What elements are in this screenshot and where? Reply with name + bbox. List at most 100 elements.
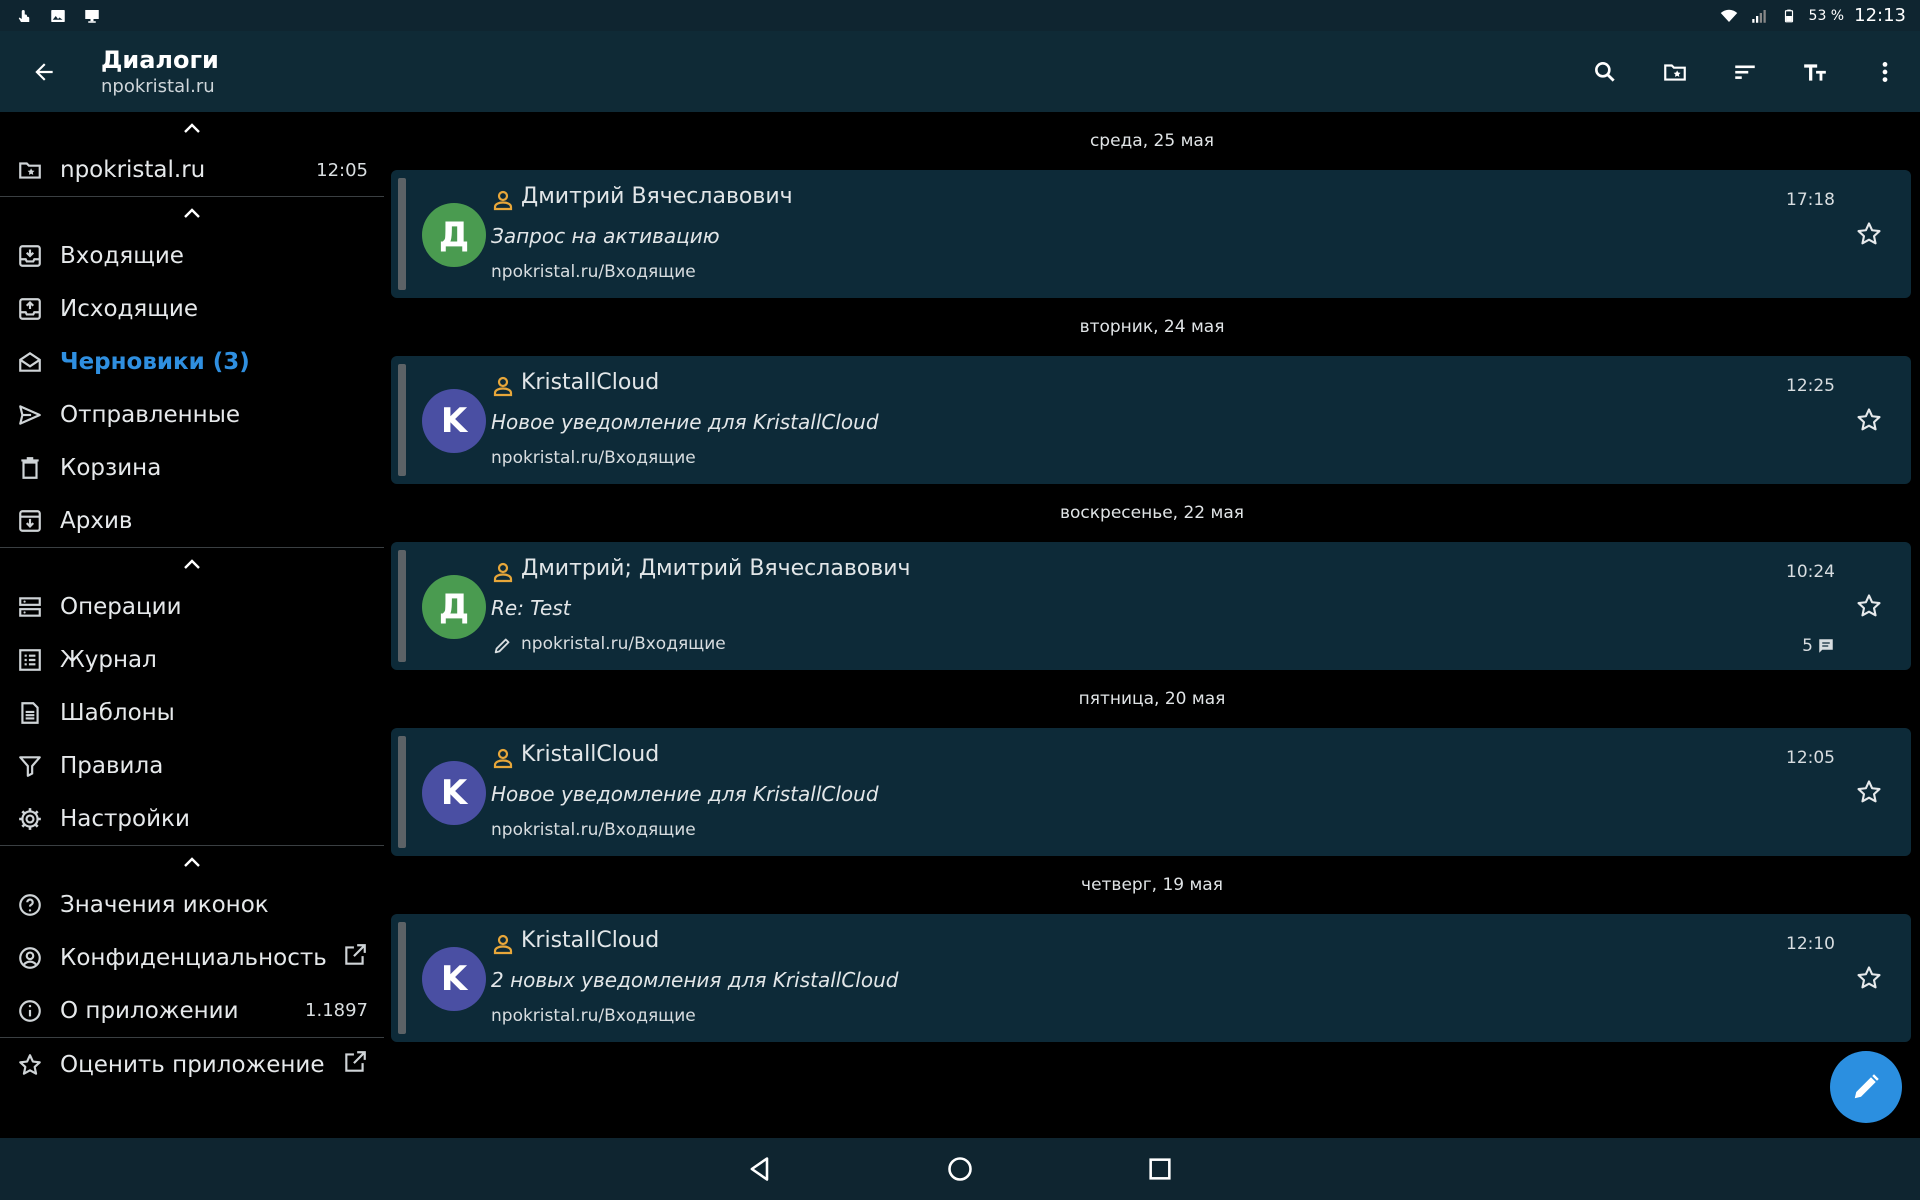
nav-home-button[interactable]	[940, 1149, 980, 1189]
subject: Re: Test	[491, 596, 571, 620]
collapse-folders-button[interactable]	[0, 197, 384, 229]
sidebar-item-drafts[interactable]: Черновики (3)	[0, 335, 384, 388]
folder-path: npokristal.ru/Входящие	[491, 1006, 696, 1026]
subject: 2 новых уведомления для KristallCloud	[491, 968, 899, 992]
page-subtitle: npokristal.ru	[101, 75, 215, 97]
conversation-item[interactable]: Д Дмитрий Вячеславович Запрос на активац…	[391, 170, 1911, 298]
collapse-accounts-button[interactable]	[0, 112, 384, 144]
sidebar-item-label: Конфиденциальность	[60, 944, 327, 971]
search-button[interactable]	[1570, 31, 1640, 112]
folder-star-button[interactable]	[1640, 31, 1710, 112]
sidebar-item-icon-legend[interactable]: Значения иконок	[0, 878, 384, 931]
conversation-item[interactable]: K KristallCloud Новое уведомление для Kr…	[391, 356, 1911, 484]
clock: 12:13	[1854, 5, 1906, 26]
account-time: 12:05	[316, 159, 368, 181]
unread-stripe	[398, 364, 406, 476]
star-icon[interactable]	[1855, 220, 1883, 248]
app-bar: Диалоги npokristal.ru	[0, 31, 1920, 112]
send-icon	[16, 401, 44, 429]
page-title: Диалоги	[101, 45, 219, 74]
sender: KristallCloud	[521, 370, 660, 395]
sidebar-item-label: Правила	[60, 752, 164, 779]
folder-path: npokristal.ru/Входящие	[491, 262, 696, 282]
person-icon	[493, 934, 513, 955]
account-item[interactable]: npokristal.ru 12:05	[0, 144, 384, 196]
log-icon	[16, 646, 44, 674]
sidebar-item-outbox[interactable]: Исходящие	[0, 282, 384, 335]
chevron-up-icon	[184, 559, 200, 569]
templates-icon	[16, 699, 44, 727]
sidebar-item-label: Настройки	[60, 805, 190, 832]
sender: KristallCloud	[521, 928, 660, 953]
sender: KristallCloud	[521, 742, 660, 767]
star-icon[interactable]	[1855, 592, 1883, 620]
signal-icon	[1749, 7, 1769, 25]
navigation-drawer: npokristal.ru 12:05 Входящие Исходящие Ч…	[0, 112, 384, 1138]
folder-path: npokristal.ru/Входящие	[521, 634, 726, 654]
conversation-item[interactable]: Д Дмитрий; Дмитрий Вячеславович Re: Test…	[391, 542, 1911, 670]
nav-back-button[interactable]	[740, 1149, 780, 1189]
touch-icon	[14, 7, 34, 25]
unread-stripe	[398, 736, 406, 848]
sidebar-item-about[interactable]: О приложении 1.1897	[0, 984, 384, 1037]
circle-home-icon	[948, 1157, 972, 1181]
sort-button[interactable]	[1710, 31, 1780, 112]
conversation-list: среда, 25 мая Д Дмитрий Вячеславович Зап…	[384, 112, 1920, 1138]
sidebar-item-trash[interactable]: Корзина	[0, 441, 384, 494]
sidebar-item-settings[interactable]: Настройки	[0, 792, 384, 845]
subject: Запрос на активацию	[491, 224, 720, 248]
folder-path: npokristal.ru/Входящие	[491, 820, 696, 840]
comment-icon	[1819, 639, 1833, 653]
sidebar-item-templates[interactable]: Шаблоны	[0, 686, 384, 739]
folder-star-icon	[1664, 63, 1686, 81]
thread-count: 5	[1802, 636, 1835, 656]
collapse-info-button[interactable]	[0, 846, 384, 878]
chevron-up-icon	[184, 208, 200, 218]
privacy-icon	[16, 944, 44, 972]
star-icon[interactable]	[1855, 406, 1883, 434]
trash-icon	[16, 454, 44, 482]
sidebar-item-rules[interactable]: Правила	[0, 739, 384, 792]
star-icon[interactable]	[1855, 778, 1883, 806]
date-header: вторник, 24 мая	[1079, 317, 1225, 337]
sidebar-item-archive[interactable]: Архив	[0, 494, 384, 547]
avatar[interactable]: K	[422, 947, 486, 1011]
drafts-icon	[16, 348, 44, 376]
sender: Дмитрий; Дмитрий Вячеславович	[521, 556, 911, 581]
sidebar-item-inbox[interactable]: Входящие	[0, 229, 384, 282]
conversation-item[interactable]: K KristallCloud 2 новых уведомления для …	[391, 914, 1911, 1042]
sidebar-item-privacy[interactable]: Конфиденциальность	[0, 931, 384, 984]
avatar[interactable]: K	[422, 389, 486, 453]
conversation-item[interactable]: K KristallCloud Новое уведомление для Kr…	[391, 728, 1911, 856]
compose-button[interactable]	[1830, 1051, 1902, 1123]
back-button[interactable]	[0, 31, 88, 112]
battery-percent: 53 %	[1808, 7, 1845, 24]
open-external-icon	[342, 942, 368, 973]
info-icon	[16, 997, 44, 1025]
star-icon[interactable]	[1855, 964, 1883, 992]
collapse-tools-button[interactable]	[0, 548, 384, 580]
sidebar-item-rate-app[interactable]: Оценить приложение	[0, 1038, 384, 1091]
outbox-icon	[16, 295, 44, 323]
sidebar-item-sent[interactable]: Отправленные	[0, 388, 384, 441]
avatar[interactable]: Д	[422, 203, 486, 267]
status-bar: 53 % 12:13	[0, 0, 1920, 31]
subject: Новое уведомление для KristallCloud	[491, 782, 879, 806]
search-icon	[1595, 61, 1615, 82]
sidebar-item-log[interactable]: Журнал	[0, 633, 384, 686]
sidebar-item-label: Шаблоны	[60, 699, 175, 726]
avatar[interactable]: K	[422, 761, 486, 825]
unread-stripe	[398, 922, 406, 1034]
text-size-button[interactable]	[1780, 31, 1850, 112]
message-time: 12:10	[1786, 934, 1835, 954]
sidebar-item-label: Черновики (3)	[60, 348, 250, 375]
sidebar-item-label: Входящие	[60, 242, 184, 269]
open-external-icon	[342, 1049, 368, 1080]
wifi-icon	[1719, 7, 1739, 25]
sidebar-item-operations[interactable]: Операции	[0, 580, 384, 633]
folder-star-icon	[16, 156, 44, 184]
nav-recents-button[interactable]	[1140, 1149, 1180, 1189]
more-options-button[interactable]	[1850, 31, 1920, 112]
star-outline-icon	[16, 1051, 44, 1079]
avatar[interactable]: Д	[422, 575, 486, 639]
